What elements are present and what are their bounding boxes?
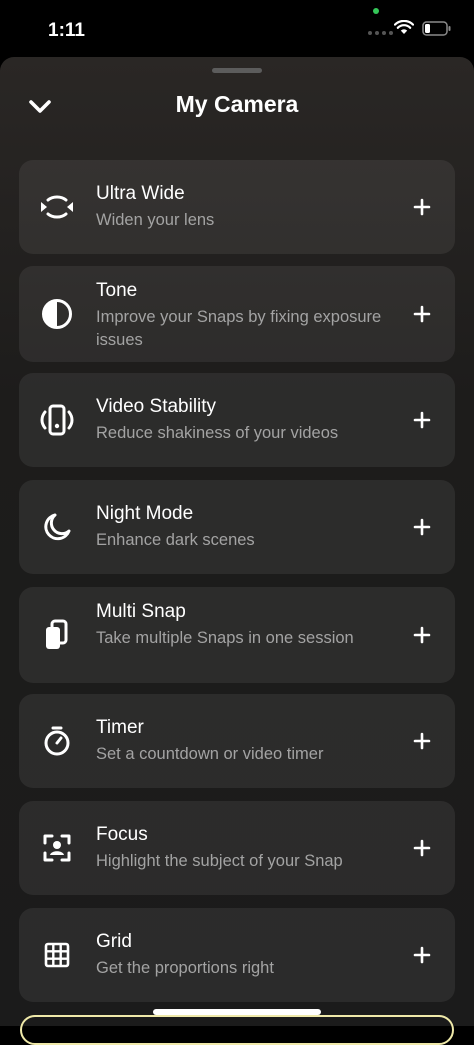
battery-icon [422,21,451,36]
multi-snap-icon [39,617,75,653]
add-night-mode-button[interactable] [409,514,435,540]
item-label: Grid [96,931,132,952]
item-label: Timer [96,717,144,738]
add-timer-button[interactable] [409,728,435,754]
add-grid-button[interactable] [409,942,435,968]
list-item-video-stability[interactable]: Video Stability Reduce shakiness of your… [19,373,455,467]
item-label: Focus [96,824,148,845]
home-indicator[interactable] [153,1009,321,1015]
list-item-tone[interactable]: Tone Improve your Snaps by fixing exposu… [19,266,455,362]
item-label: Video Stability [96,396,217,417]
timer-icon [39,723,75,759]
add-focus-button[interactable] [409,835,435,861]
item-description: Set a countdown or video timer [96,745,324,763]
item-label: Night Mode [96,503,194,524]
add-video-stability-button[interactable] [409,407,435,433]
wifi-icon [394,20,414,34]
grid-icon [39,937,75,973]
item-description: Take multiple Snaps in one session [96,629,354,647]
item-description: Improve your Snaps by fixing exposure is… [96,308,382,349]
item-description: Enhance dark scenes [96,531,255,549]
ultra-wide-icon [39,189,75,225]
add-tone-button[interactable] [409,301,435,327]
page-title: My Camera [175,91,299,117]
status-time: 1:11 [48,20,85,41]
add-ultra-wide-button[interactable] [409,194,435,220]
plus-icon [413,518,431,536]
item-description: Reduce shakiness of your videos [96,424,339,442]
plus-icon [413,946,431,964]
plus-icon [413,305,431,323]
list-item-grid[interactable]: Grid Get the proportions right [19,908,455,1002]
plus-icon [413,198,431,216]
camera-in-use-indicator [373,8,379,14]
video-stability-icon [39,402,75,438]
plus-icon [413,626,431,644]
list-item-ultra-wide[interactable]: Ultra Wide Widen your lens [19,160,455,254]
my-camera-sheet: My Camera Ultra Wide Widen your lens Ton… [0,57,474,1026]
plus-icon [413,839,431,857]
focus-icon [39,830,75,866]
list-item-timer[interactable]: Timer Set a countdown or video timer [19,694,455,788]
cellular-signal-icon [368,31,393,35]
list-item-focus[interactable]: Focus Highlight the subject of your Snap [19,801,455,895]
add-multi-snap-button[interactable] [409,622,435,648]
item-label: Multi Snap [96,601,186,622]
list-item-night-mode[interactable]: Night Mode Enhance dark scenes [19,480,455,574]
plus-icon [413,732,431,750]
tone-icon [39,296,75,332]
status-bar: 1:11 [0,0,474,58]
item-label: Ultra Wide [96,183,185,204]
sheet-grabber[interactable] [212,68,262,73]
moon-icon [39,509,75,545]
list-item-multi-snap[interactable]: Multi Snap Take multiple Snaps in one se… [19,587,455,683]
item-description: Get the proportions right [96,959,274,977]
plus-icon [413,411,431,429]
item-description: Highlight the subject of your Snap [96,852,343,870]
item-label: Tone [96,280,138,301]
item-description: Widen your lens [96,211,215,229]
bottom-action-outline[interactable] [20,1015,454,1045]
